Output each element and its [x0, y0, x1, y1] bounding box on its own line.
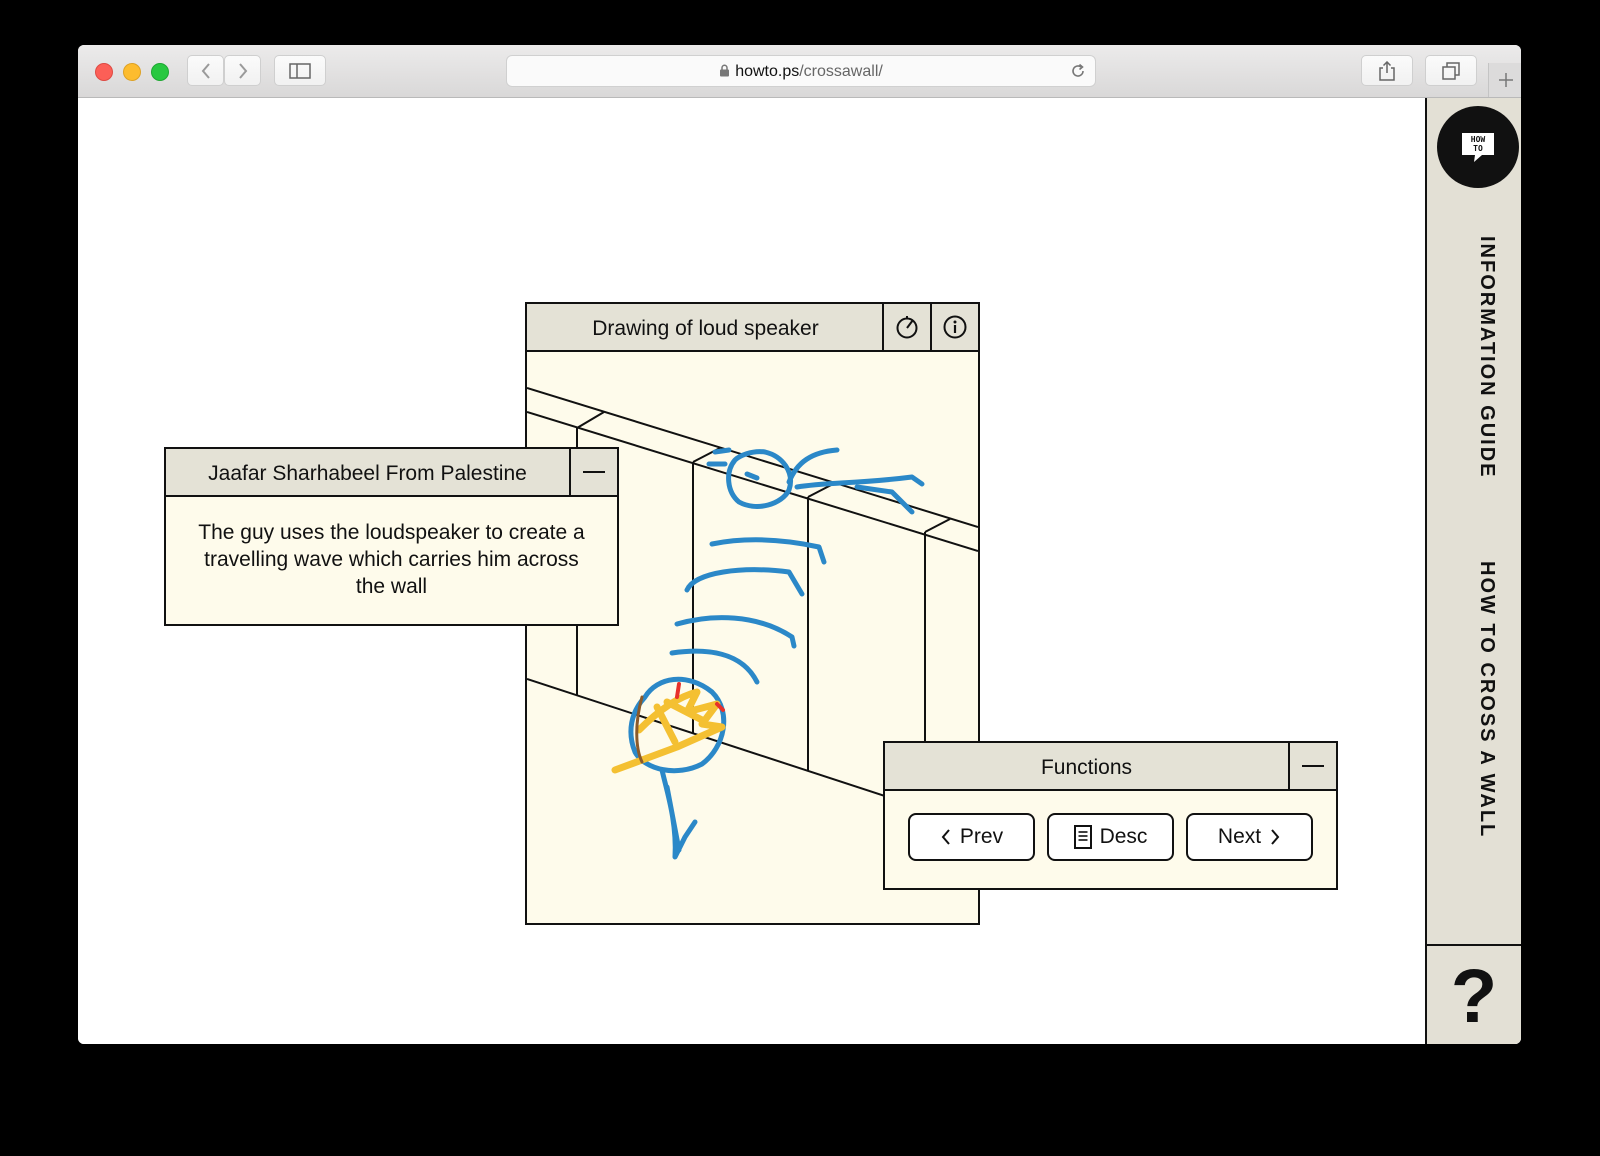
functions-panel: Functions Prev Desc Next	[883, 741, 1338, 890]
next-label: Next	[1217, 825, 1262, 848]
new-tab-button[interactable]	[1488, 63, 1521, 97]
sidebar-icon	[289, 62, 311, 79]
browser-window: howto.ps/crossawall/ Drawing of loud spe…	[78, 45, 1521, 1044]
author-panel: Jaafar Sharhabeel From Palestine The guy…	[164, 447, 619, 626]
browser-toolbar: howto.ps/crossawall/	[78, 45, 1521, 98]
lock-icon	[720, 64, 730, 77]
zoom-window-button[interactable]	[151, 63, 169, 81]
minus-icon	[1302, 765, 1324, 767]
figure-scribble	[628, 447, 925, 860]
logo-text-bottom: TO	[1473, 144, 1483, 153]
plus-icon	[1498, 73, 1513, 87]
functions-panel-header[interactable]: Functions	[885, 743, 1336, 791]
next-button[interactable]: Next	[1186, 813, 1313, 861]
prev-button[interactable]: Prev	[908, 813, 1035, 861]
timer-button[interactable]	[882, 304, 930, 350]
sidebar-toggle-button[interactable]	[274, 55, 326, 86]
functions-title: Functions	[1040, 756, 1133, 779]
info-icon	[943, 315, 967, 339]
help-icon: ?	[1450, 953, 1498, 1039]
author-title: Jaafar Sharhabeel From Palestine	[208, 462, 527, 485]
page-content: Drawing of loud speaker Jaafar Sharhabee…	[78, 98, 1521, 1044]
address-bar[interactable]: howto.ps/crossawall/	[506, 55, 1096, 87]
chevron-left-icon	[201, 62, 210, 79]
share-icon	[1379, 60, 1395, 81]
desc-label: Desc	[1099, 825, 1148, 848]
logo-text-top: HOW	[1471, 135, 1486, 144]
chevron-right-icon	[1271, 829, 1280, 845]
url-text: howto.ps/crossawall/	[507, 63, 1095, 81]
back-button[interactable]	[187, 55, 224, 86]
chevron-right-icon	[238, 62, 247, 79]
share-button[interactable]	[1361, 55, 1413, 86]
info-button[interactable]	[930, 304, 978, 350]
desc-button[interactable]: Desc	[1047, 813, 1174, 861]
right-sidebar: HOW TO INFORMATION GUIDE HOW TO CROSS A …	[1425, 98, 1521, 1044]
stopwatch-icon	[896, 316, 918, 339]
minimize-author-panel-button[interactable]	[569, 449, 617, 495]
nav-how-to-cross-a-wall[interactable]: HOW TO CROSS A WALL	[1448, 561, 1500, 838]
url-host: howto.ps	[735, 63, 800, 80]
prev-label: Prev	[959, 825, 1004, 848]
url-path: /crossawall/	[799, 63, 883, 80]
close-window-button[interactable]	[95, 63, 113, 81]
author-description: The guy uses the loudspeaker to create a…	[198, 521, 585, 598]
help-button[interactable]: ?	[1427, 944, 1521, 1044]
reload-icon[interactable]	[1069, 62, 1087, 80]
minimize-functions-panel-button[interactable]	[1288, 743, 1336, 789]
minimize-window-button[interactable]	[123, 63, 141, 81]
tabs-icon	[1442, 61, 1460, 80]
speech-bubble-logo-icon: HOW TO	[1462, 133, 1494, 162]
drawing-panel-header[interactable]: Drawing of loud speaker	[527, 304, 978, 352]
howto-logo[interactable]: HOW TO	[1437, 106, 1519, 188]
nav-information-guide[interactable]: INFORMATION GUIDE	[1448, 236, 1500, 479]
document-icon	[1073, 825, 1092, 849]
minus-icon	[583, 471, 605, 473]
author-panel-header[interactable]: Jaafar Sharhabeel From Palestine	[166, 449, 617, 497]
chevron-left-icon	[941, 829, 950, 845]
drawing-title: Drawing of loud speaker	[592, 317, 819, 340]
forward-button[interactable]	[224, 55, 261, 86]
tabs-overview-button[interactable]	[1425, 55, 1477, 86]
